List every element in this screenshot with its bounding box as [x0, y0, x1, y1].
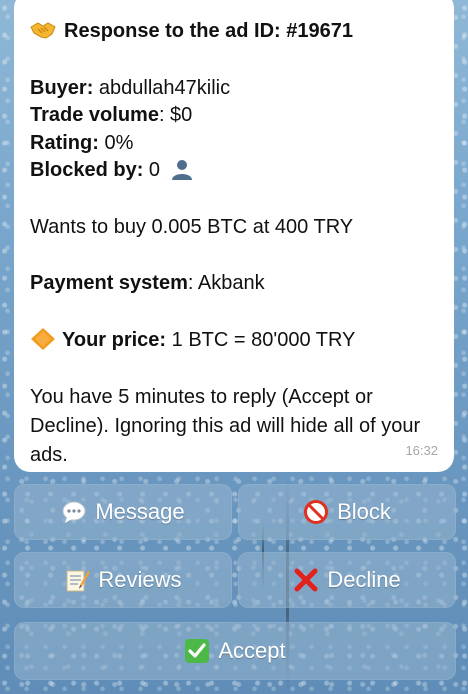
- handshake-icon: [30, 22, 56, 39]
- cross-mark-icon: [294, 568, 318, 592]
- blocked-row: Blocked by: 0: [30, 157, 438, 185]
- person-silhouette-icon: [171, 160, 192, 180]
- rating-label: Rating:: [30, 131, 99, 154]
- rating-row: Rating: 0%: [30, 130, 438, 158]
- blocked-label: Blocked by:: [30, 159, 144, 181]
- payment-label: Payment system: [30, 272, 188, 294]
- message-title-row: Response to the ad ID: #19671: [30, 18, 438, 46]
- message-title: Response to the ad ID: #19671: [64, 20, 353, 42]
- message-button-label: Message: [95, 499, 185, 524]
- block-button-label: Block: [337, 499, 391, 524]
- payment-row: Payment system: Akbank: [30, 270, 438, 298]
- message-bubble: Response to the ad ID: #19671 Buyer: abd…: [14, 0, 454, 472]
- buyer-value: abdullah47kilic: [98, 76, 231, 99]
- decline-button[interactable]: Decline: [238, 552, 456, 608]
- reply-notice: You have 5 minutes to reply (Accept or D…: [30, 386, 421, 466]
- reviews-button[interactable]: Reviews: [14, 552, 232, 608]
- message-time: 16:32: [405, 443, 438, 458]
- block-button[interactable]: Block: [238, 484, 456, 540]
- trade-volume-value: : $0: [158, 104, 193, 126]
- check-mark-button-icon: [185, 639, 210, 663]
- wants-text: Wants to buy 0.005 BTC at 400 TRY: [30, 215, 354, 238]
- decline-button-label: Decline: [327, 567, 401, 592]
- price-value: 1 BTC = 80'000 TRY: [171, 328, 356, 351]
- message-button[interactable]: Message: [14, 484, 232, 540]
- accept-button-label: Accept: [218, 638, 286, 663]
- orange-diamond-icon: [31, 327, 55, 350]
- prohibited-icon: [304, 500, 329, 524]
- accept-button[interactable]: Accept: [14, 622, 456, 680]
- buyer-row: Buyer: abdullah47kilic: [30, 75, 438, 103]
- reviews-button-label: Reviews: [98, 567, 182, 592]
- trade-volume-row: Trade volume: $0: [30, 102, 438, 130]
- payment-value: : Akbank: [187, 272, 265, 294]
- price-row: Your price: 1 BTC = 80'000 TRY: [30, 327, 438, 355]
- blocked-value: 0: [148, 159, 161, 181]
- memo-icon: [66, 570, 91, 592]
- price-label: Your price:: [62, 328, 167, 351]
- buyer-label: Buyer:: [30, 76, 94, 99]
- trade-volume-label: Trade volume: [30, 104, 159, 126]
- rating-value: 0%: [104, 131, 134, 154]
- speech-bubble-icon: [62, 501, 86, 523]
